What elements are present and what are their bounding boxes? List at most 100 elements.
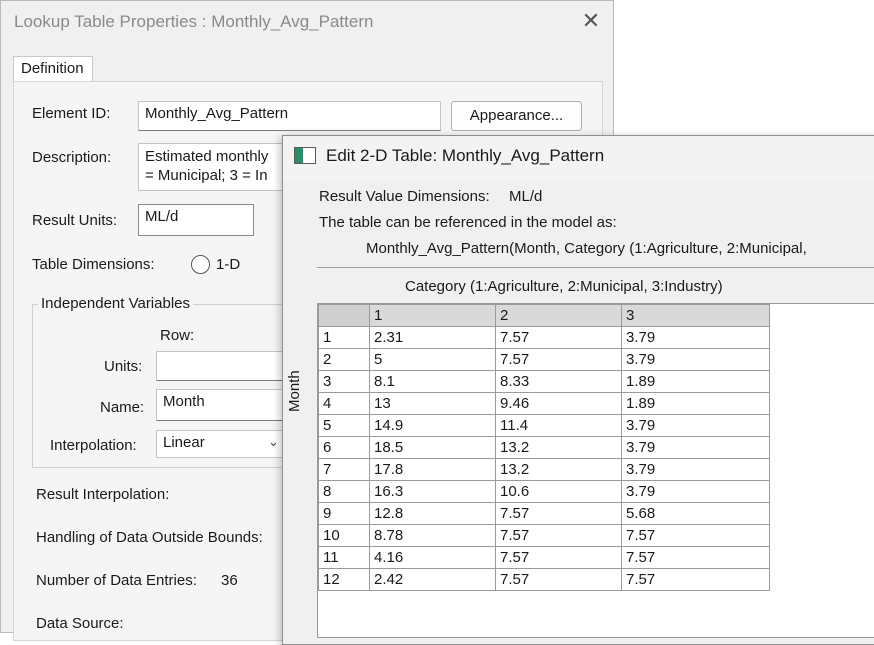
result-units-field[interactable]: ML/d xyxy=(138,204,254,236)
table-row: 4 13 9.46 1.89 xyxy=(318,392,770,415)
result-interpolation-label: Result Interpolation: xyxy=(36,486,170,503)
table-cell[interactable]: 2.42 xyxy=(369,568,496,591)
appearance-button[interactable]: Appearance... xyxy=(451,101,582,131)
row-header[interactable]: 2 xyxy=(318,348,370,371)
table-row: 1 2.31 7.57 3.79 xyxy=(318,326,770,349)
description-line-2: = Municipal; 3 = In xyxy=(145,167,268,184)
table-cell[interactable]: 16.3 xyxy=(369,480,496,503)
result-dims-value: ML/d xyxy=(509,188,543,205)
tab-definition[interactable]: Definition xyxy=(13,56,93,82)
name-label: Name: xyxy=(100,399,145,416)
description-label: Description: xyxy=(32,149,112,166)
row-label: Row: xyxy=(160,327,195,344)
independent-variables-title: Independent Variables xyxy=(38,295,194,312)
table-app-icon xyxy=(294,147,316,164)
table-row: 2 5 7.57 3.79 xyxy=(318,348,770,371)
edit-dialog-title: Edit 2-D Table: Monthly_Avg_Pattern xyxy=(326,146,605,165)
table-row: 7 17.8 13.2 3.79 xyxy=(318,458,770,481)
table-cell[interactable]: 2.31 xyxy=(369,326,496,349)
row-header[interactable]: 8 xyxy=(318,480,370,503)
table-cell[interactable]: 7.57 xyxy=(495,546,622,569)
table-cell[interactable]: 7.57 xyxy=(495,568,622,591)
row-header[interactable]: 12 xyxy=(318,568,370,591)
name-field[interactable]: Month xyxy=(156,389,286,421)
table-cell[interactable]: 11.4 xyxy=(495,414,622,437)
table-cell[interactable]: 3.79 xyxy=(621,326,770,349)
result-dims-label: Result Value Dimensions: xyxy=(319,188,490,205)
table-cell[interactable]: 13.2 xyxy=(495,436,622,459)
table-cell[interactable]: 3.79 xyxy=(621,436,770,459)
table-cell[interactable]: 5.68 xyxy=(621,502,770,525)
data-source-label: Data Source: xyxy=(36,615,124,632)
table-cell[interactable]: 10.6 xyxy=(495,480,622,503)
table-cell[interactable]: 17.8 xyxy=(369,458,496,481)
table-row: 8 16.3 10.6 3.79 xyxy=(318,480,770,503)
grid-corner-cell[interactable] xyxy=(318,304,370,327)
separator xyxy=(317,267,874,268)
row-header[interactable]: 9 xyxy=(318,502,370,525)
radio-1d[interactable] xyxy=(191,255,210,274)
close-icon[interactable]: ✕ xyxy=(578,8,604,34)
table-cell[interactable]: 13 xyxy=(369,392,496,415)
grid-header-row: 123 xyxy=(318,304,770,327)
table-cell[interactable]: 7.57 xyxy=(495,502,622,525)
table-cell[interactable]: 3.79 xyxy=(621,414,770,437)
chevron-down-icon[interactable]: ⌄ xyxy=(268,434,279,450)
table-cell[interactable]: 7.57 xyxy=(621,568,770,591)
table-cell[interactable]: 8.78 xyxy=(369,524,496,547)
table-row: 3 8.1 8.33 1.89 xyxy=(318,370,770,393)
table-row: 12 2.42 7.57 7.57 xyxy=(318,568,770,591)
row-header[interactable]: 1 xyxy=(318,326,370,349)
table-cell[interactable]: 8.33 xyxy=(495,370,622,393)
table-cell[interactable]: 3.79 xyxy=(621,348,770,371)
data-entries-label: Number of Data Entries: xyxy=(36,572,197,589)
table-cell[interactable]: 9.46 xyxy=(495,392,622,415)
column-header[interactable]: 1 xyxy=(369,304,496,327)
table-cell[interactable]: 7.57 xyxy=(495,326,622,349)
table-cell[interactable]: 13.2 xyxy=(495,458,622,481)
table-cell[interactable]: 7.57 xyxy=(621,546,770,569)
table-cell[interactable]: 14.9 xyxy=(369,414,496,437)
table-cell[interactable]: 3.79 xyxy=(621,458,770,481)
radio-1d-label[interactable]: 1-D xyxy=(216,256,240,273)
table-cell[interactable]: 3.79 xyxy=(621,480,770,503)
row-header[interactable]: 11 xyxy=(318,546,370,569)
row-header[interactable]: 10 xyxy=(318,524,370,547)
element-id-label: Element ID: xyxy=(32,105,111,122)
table-row: 11 4.16 7.57 7.57 xyxy=(318,546,770,569)
row-header[interactable]: 5 xyxy=(318,414,370,437)
row-header[interactable]: 6 xyxy=(318,436,370,459)
table-cell[interactable]: 1.89 xyxy=(621,370,770,393)
outside-bounds-label: Handling of Data Outside Bounds: xyxy=(36,529,263,546)
row-header[interactable]: 7 xyxy=(318,458,370,481)
table-row: 10 8.78 7.57 7.57 xyxy=(318,524,770,547)
table-cell[interactable]: 12.8 xyxy=(369,502,496,525)
reference-expression: Monthly_Avg_Pattern(Month, Category (1:A… xyxy=(366,240,807,257)
table-cell[interactable]: 7.57 xyxy=(621,524,770,547)
interpolation-select[interactable]: Linear xyxy=(156,430,286,458)
column-header[interactable]: 3 xyxy=(621,304,770,327)
table-dimensions-label: Table Dimensions: xyxy=(32,256,155,273)
table-cell[interactable]: 7.57 xyxy=(495,524,622,547)
result-units-label: Result Units: xyxy=(32,212,118,229)
table-cell[interactable]: 8.1 xyxy=(369,370,496,393)
table-cell[interactable]: 7.57 xyxy=(495,348,622,371)
description-line-1: Estimated monthly xyxy=(145,148,269,165)
row-header[interactable]: 3 xyxy=(318,370,370,393)
table-row: 5 14.9 11.4 3.79 xyxy=(318,414,770,437)
row-axis-label: Month xyxy=(286,370,303,412)
reference-label: The table can be referenced in the model… xyxy=(319,214,617,231)
row-header[interactable]: 4 xyxy=(318,392,370,415)
table-cell[interactable]: 1.89 xyxy=(621,392,770,415)
table-cell[interactable]: 18.5 xyxy=(369,436,496,459)
table-row: 6 18.5 13.2 3.79 xyxy=(318,436,770,459)
table-cell[interactable]: 5 xyxy=(369,348,496,371)
units-field[interactable] xyxy=(156,351,286,381)
data-entries-value: 36 xyxy=(221,572,238,589)
table-cell[interactable]: 4.16 xyxy=(369,546,496,569)
units-label: Units: xyxy=(104,358,143,375)
lookup-dialog-title: Lookup Table Properties : Monthly_Avg_Pa… xyxy=(14,12,374,31)
column-header[interactable]: 2 xyxy=(495,304,622,327)
element-id-field[interactable]: Monthly_Avg_Pattern xyxy=(138,101,441,131)
interpolation-label: Interpolation: xyxy=(50,437,137,454)
